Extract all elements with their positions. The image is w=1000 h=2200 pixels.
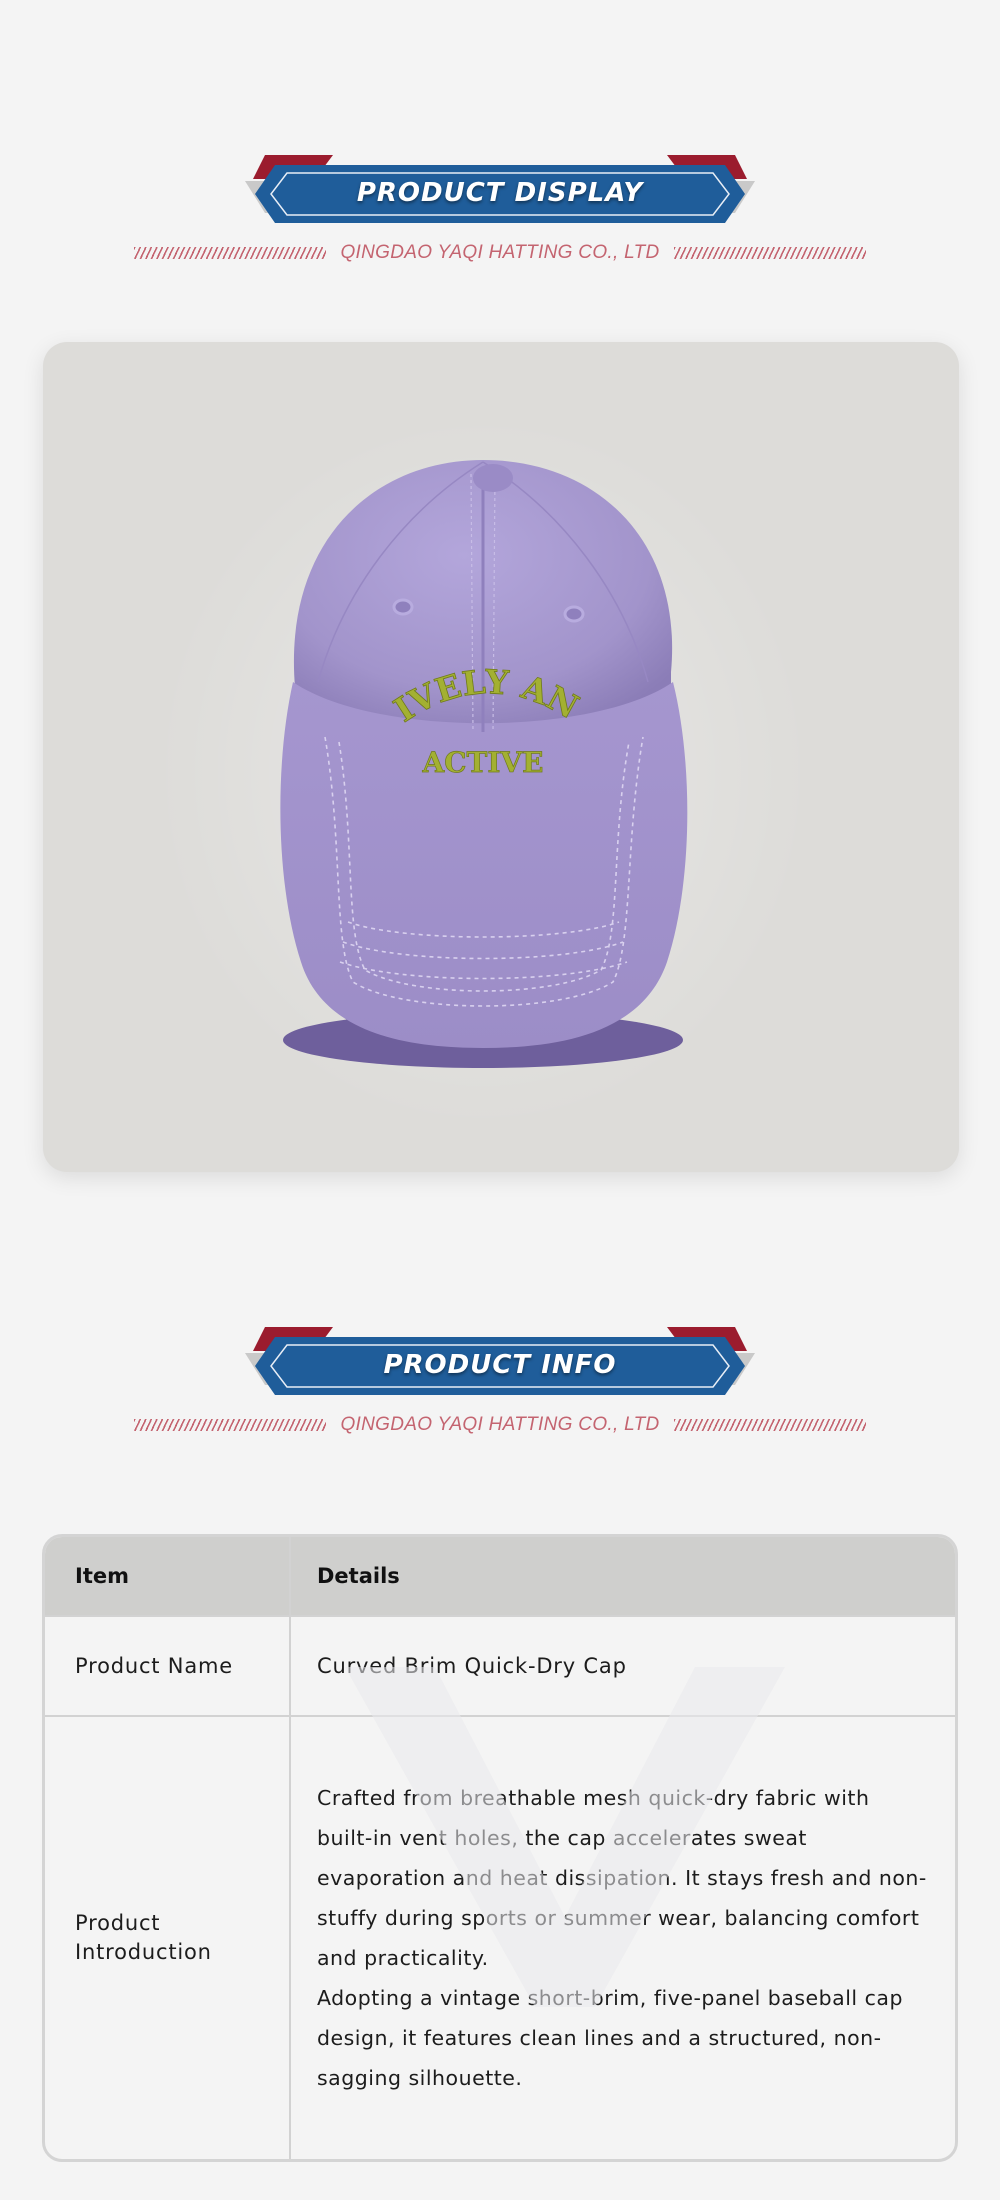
cap-image: LIVELY AND ACTIVE [43, 342, 813, 1132]
product-name-label: Product Name [75, 1654, 233, 1678]
header-details: Details [317, 1564, 400, 1588]
product-intro-paragraph: Crafted from breathable mesh quick-dry f… [317, 1786, 927, 1970]
hatch-decoration-left [134, 1419, 327, 1431]
product-info-table: Item Details Product Name Curved Brim Qu… [42, 1534, 958, 2162]
cap-embroidery-line2: ACTIVE [421, 746, 543, 779]
header-item: Item [75, 1564, 129, 1588]
table-row: Product Introduction Crafted from breath… [45, 1717, 955, 2159]
product-display-banner: PRODUCT DISPLAY QINGDAO YAQI HATTING CO.… [0, 153, 1000, 283]
hatch-decoration-right [673, 1419, 866, 1431]
product-intro-label: Product Introduction [75, 1911, 212, 1964]
product-name-value: Curved Brim Quick-Dry Cap [317, 1654, 627, 1678]
company-tagline: QINGDAO YAQI HATTING CO., LTD [0, 1409, 1000, 1441]
product-intro-text: Crafted from breathable mesh quick-dry f… [317, 1778, 931, 2098]
company-name: QINGDAO YAQI HATTING CO., LTD [340, 1414, 660, 1435]
company-tagline: QINGDAO YAQI HATTING CO., LTD [0, 237, 1000, 269]
table-header-row: Item Details [45, 1537, 955, 1617]
product-intro-paragraph: Adopting a vintage short-brim, five-pane… [317, 1986, 903, 2090]
section-title: PRODUCT INFO [383, 1350, 617, 1380]
table-row: Product Name Curved Brim Quick-Dry Cap [45, 1617, 955, 1717]
hatch-decoration-left [134, 247, 327, 259]
section-title: PRODUCT DISPLAY [356, 178, 644, 208]
company-name: QINGDAO YAQI HATTING CO., LTD [340, 242, 660, 263]
product-info-banner: PRODUCT INFO QINGDAO YAQI HATTING CO., L… [0, 1325, 1000, 1455]
hatch-decoration-right [673, 247, 866, 259]
product-photo-card: LIVELY AND ACTIVE [43, 342, 959, 1172]
